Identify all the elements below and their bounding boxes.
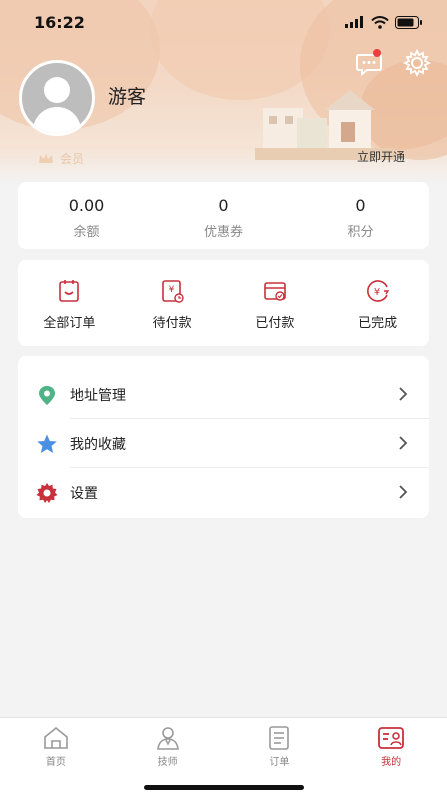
- signal-icon: [345, 16, 363, 28]
- status-time: 16:22: [34, 12, 85, 32]
- status-bar: 16:22: [0, 0, 447, 44]
- menu-item-favorites[interactable]: 我的收藏: [18, 419, 429, 468]
- avatar[interactable]: [19, 60, 95, 136]
- tab-label: 我的: [381, 757, 402, 768]
- stat-label: 积分: [347, 225, 374, 240]
- order-all[interactable]: 全部订单: [18, 260, 121, 346]
- home-indicator: [144, 785, 304, 790]
- star-icon: [37, 434, 57, 453]
- orders-card: 全部订单 ¥ 待付款 已付款 ¥ 已完成: [18, 260, 429, 346]
- menu-item-label: 设置: [70, 485, 98, 502]
- status-icons: [345, 15, 423, 29]
- gear-icon: [36, 482, 58, 503]
- stat-value: 0: [355, 196, 366, 215]
- tab-technician[interactable]: 技师: [112, 718, 224, 774]
- battery-icon: [395, 15, 422, 29]
- profile-header: 16:22 游客 会员 立即开通: [0, 0, 447, 185]
- menu-item-address[interactable]: 地址管理: [18, 370, 429, 419]
- completed-icon: ¥: [366, 280, 389, 302]
- tab-label: 首页: [45, 757, 66, 768]
- notification-dot: [373, 49, 381, 57]
- stat-coupons[interactable]: 0 优惠券: [155, 182, 292, 249]
- username: 游客: [108, 86, 147, 108]
- stat-value: 0.00: [68, 196, 105, 215]
- tab-orders[interactable]: 订单: [224, 718, 336, 774]
- stat-label: 余额: [73, 225, 100, 240]
- account-stats-card: 0.00 余额 0 优惠券 0 积分: [18, 182, 429, 249]
- orders-icon: [269, 726, 290, 750]
- order-completed[interactable]: ¥ 已完成: [326, 260, 429, 346]
- member-crown-icon: [39, 153, 53, 163]
- menu-item-settings[interactable]: 设置: [18, 468, 429, 517]
- stat-label: 优惠券: [203, 225, 243, 240]
- home-icon: [44, 726, 68, 749]
- tab-profile[interactable]: 我的: [335, 718, 447, 774]
- svg-text:¥: ¥: [169, 285, 175, 295]
- settings-gear-icon[interactable]: [402, 48, 432, 78]
- user-silhouette-icon: [32, 77, 82, 133]
- wifi-icon: [371, 15, 389, 29]
- order-paid[interactable]: 已付款: [224, 260, 327, 346]
- activate-membership-link[interactable]: 立即开通: [357, 148, 405, 165]
- pending-payment-icon: ¥: [162, 280, 184, 303]
- tab-label: 技师: [157, 757, 178, 768]
- settings-menu-card: 地址管理 我的收藏 设置: [18, 356, 429, 518]
- profile-icon: [378, 727, 405, 749]
- stat-balance[interactable]: 0.00 余额: [18, 182, 155, 249]
- paid-icon: [264, 282, 286, 301]
- chevron-right-icon: [399, 485, 408, 499]
- order-pending-payment[interactable]: ¥ 待付款: [121, 260, 224, 346]
- chevron-right-icon: [399, 436, 408, 450]
- stat-points[interactable]: 0 积分: [292, 182, 429, 249]
- chevron-right-icon: [399, 387, 408, 401]
- tab-home[interactable]: 首页: [0, 718, 112, 774]
- svg-text:¥: ¥: [373, 287, 379, 298]
- menu-item-label: 我的收藏: [70, 436, 126, 453]
- all-orders-icon: [59, 280, 80, 302]
- menu-item-label: 地址管理: [70, 387, 126, 404]
- order-label: 已付款: [255, 316, 295, 331]
- order-label: 待付款: [152, 316, 192, 331]
- tab-label: 订单: [269, 757, 290, 768]
- location-pin-icon: [39, 385, 55, 405]
- stat-value: 0: [218, 196, 229, 215]
- order-label: 已完成: [358, 316, 398, 331]
- technician-icon: [156, 727, 179, 750]
- member-label: 会员: [60, 152, 85, 166]
- order-label: 全部订单: [43, 316, 96, 331]
